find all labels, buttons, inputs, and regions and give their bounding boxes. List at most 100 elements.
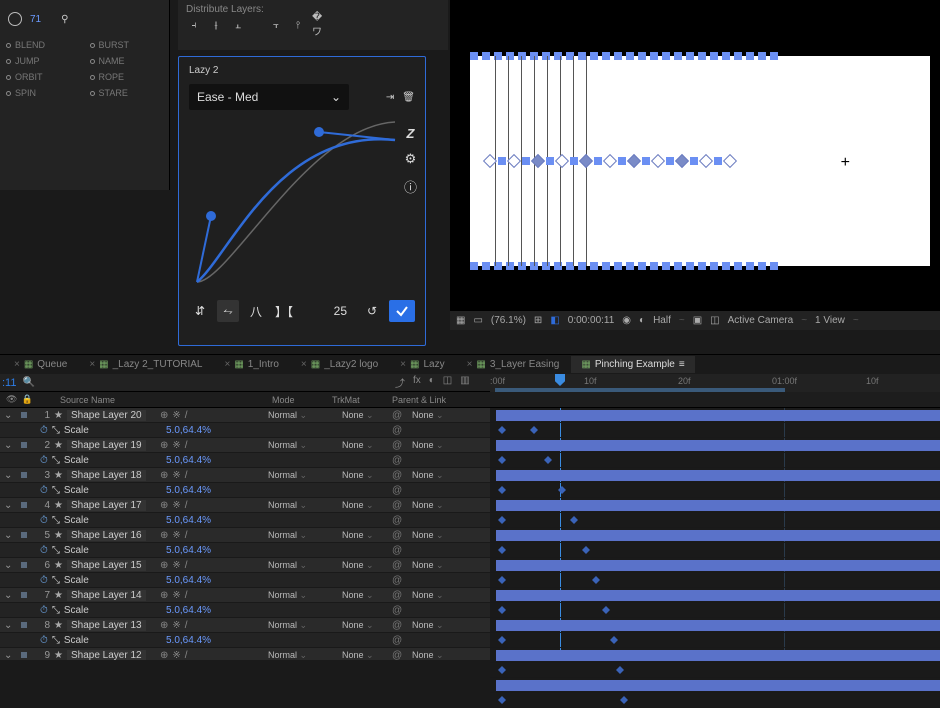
resolution-dropdown[interactable]: Half: [653, 315, 671, 326]
graph-icon[interactable]: ⤡: [52, 515, 60, 526]
keyframe-icon[interactable]: [620, 696, 628, 704]
keyframe-icon[interactable]: [592, 576, 600, 584]
selection-handle[interactable]: [674, 52, 682, 60]
stopwatch-icon[interactable]: ⏱: [40, 545, 48, 556]
selection-handle[interactable]: [650, 262, 658, 270]
parent-pickwhip-icon[interactable]: @: [392, 410, 402, 421]
keyframe-diamond-icon[interactable]: [723, 154, 737, 168]
trkmat-dropdown[interactable]: None ⌄: [342, 560, 374, 571]
settings-gear-icon[interactable]: ⚙: [405, 151, 417, 167]
property-row[interactable]: ⏱⤡Scale5.0,64.4%@: [0, 483, 490, 498]
layer-duration-bar[interactable]: [496, 590, 940, 601]
info-icon[interactable]: ⓘ: [404, 177, 417, 196]
scale-value[interactable]: 5.0,64.4%: [166, 455, 211, 466]
expression-pickwhip-icon[interactable]: @: [392, 545, 402, 556]
lock-column-icon[interactable]: 🔒: [21, 394, 32, 405]
zoom-value[interactable]: (76.1%): [491, 315, 526, 326]
pick-whip-icon[interactable]: ⊕: [160, 440, 168, 451]
twirl-icon[interactable]: ⌄: [4, 530, 12, 541]
close-icon[interactable]: ×: [14, 359, 20, 370]
keyframe-row[interactable]: [490, 483, 940, 498]
selection-handle[interactable]: [638, 262, 646, 270]
layer-duration-bar[interactable]: [496, 680, 940, 691]
layer-bar-row[interactable]: [490, 618, 940, 633]
twirl-icon[interactable]: ⌄: [4, 650, 12, 661]
expression-pickwhip-icon[interactable]: @: [392, 635, 402, 646]
blend-mode-dropdown[interactable]: Normal ⌄: [268, 590, 307, 601]
selection-handle[interactable]: [710, 262, 718, 270]
scale-value[interactable]: 5.0,64.4%: [166, 635, 211, 646]
parent-dropdown[interactable]: None ⌄: [412, 560, 444, 571]
timeline-tab[interactable]: ×▦Queue: [4, 356, 77, 373]
timeline-tab[interactable]: ▦Pinching Example ≡: [571, 356, 694, 373]
timecode[interactable]: 0:00:00:11: [568, 315, 615, 326]
rotation-dial-icon[interactable]: [8, 12, 22, 26]
keyframe-icon[interactable]: [498, 666, 506, 674]
property-row[interactable]: ⏱⤡Scale5.0,64.4%@: [0, 603, 490, 618]
res-step-icon[interactable]: ⊞: [534, 315, 542, 326]
camera-icon[interactable]: ◧: [550, 315, 559, 326]
selection-handle[interactable]: [546, 157, 554, 165]
layer-duration-bar[interactable]: [496, 410, 940, 421]
selection-handle[interactable]: [590, 52, 598, 60]
property-row[interactable]: ⏱⤡Scale5.0,64.4%@: [0, 633, 490, 648]
trkmat-dropdown[interactable]: None ⌄: [342, 410, 374, 421]
twirl-icon[interactable]: ⌄: [4, 470, 12, 481]
parent-pickwhip-icon[interactable]: @: [392, 500, 402, 511]
expression-pickwhip-icon[interactable]: @: [392, 455, 402, 466]
layer-bar-row[interactable]: [490, 438, 940, 453]
selection-handle[interactable]: [686, 52, 694, 60]
expression-pickwhip-icon[interactable]: @: [392, 605, 402, 616]
keyframe-icon[interactable]: [544, 456, 552, 464]
ease-frame-value[interactable]: 25: [334, 304, 347, 318]
trkmat-dropdown[interactable]: None ⌄: [342, 590, 374, 601]
layer-row[interactable]: ⌄1★Shape Layer 20⊕※/Normal ⌄None ⌄@None …: [0, 408, 490, 423]
selection-handle[interactable]: [666, 157, 674, 165]
layer-duration-bar[interactable]: [496, 500, 940, 511]
tab-menu-icon[interactable]: ≡: [679, 359, 685, 370]
scale-value[interactable]: 5.0,64.4%: [166, 485, 211, 496]
split-mode-button[interactable]: 八: [245, 300, 267, 322]
keyframe-icon[interactable]: [498, 486, 506, 494]
keyframe-diamond-icon[interactable]: [651, 154, 665, 168]
selection-handle[interactable]: [626, 52, 634, 60]
layer-row[interactable]: ⌄7★Shape Layer 14⊕※/Normal ⌄None ⌄@None …: [0, 588, 490, 603]
layer-duration-bar[interactable]: [496, 440, 940, 451]
rotation-control[interactable]: 71 ⚲: [8, 12, 163, 26]
ease-curve-editor[interactable]: Z ⚙ ⓘ: [189, 116, 415, 296]
twirl-icon[interactable]: ⌄: [4, 620, 12, 631]
swap-direction-button[interactable]: ⇵: [189, 300, 211, 322]
keyframe-icon[interactable]: [616, 666, 624, 674]
parent-pickwhip-icon[interactable]: @: [392, 440, 402, 451]
layer-color-label[interactable]: [21, 592, 27, 598]
property-row[interactable]: ⏱⤡Scale5.0,64.4%@: [0, 543, 490, 558]
graph-icon[interactable]: ⤡: [52, 635, 60, 646]
composition-viewport[interactable]: + ▦ ▭ (76.1%) ⊞ ◧ 0:00:00:11 ◉ ◐ Half ~ …: [450, 0, 940, 330]
graph-icon[interactable]: ⤡: [52, 575, 60, 586]
graph-icon[interactable]: ⤡: [52, 545, 60, 556]
timeline-tab[interactable]: ×▦3_Layer Easing: [457, 356, 570, 373]
trkmat-dropdown[interactable]: None ⌄: [342, 650, 374, 661]
bracket-mode-button[interactable]: 】【: [273, 300, 295, 322]
selection-handle[interactable]: [662, 262, 670, 270]
selection-handle[interactable]: [498, 157, 506, 165]
layer-row[interactable]: ⌄9★Shape Layer 12⊕※/Normal ⌄None ⌄@None …: [0, 648, 490, 660]
keyframe-icon[interactable]: [602, 606, 610, 614]
pick-whip-icon[interactable]: ⊕: [160, 500, 168, 511]
selection-handle[interactable]: [710, 52, 718, 60]
keyframe-diamond-icon[interactable]: [507, 154, 521, 168]
parent-dropdown[interactable]: None ⌄: [412, 470, 444, 481]
selection-handle[interactable]: [758, 262, 766, 270]
selection-handle[interactable]: [714, 157, 722, 165]
keyframe-row[interactable]: [490, 663, 940, 678]
layer-name[interactable]: Shape Layer 14: [67, 590, 146, 601]
views-dropdown[interactable]: 1 View: [815, 315, 845, 326]
keyframe-icon[interactable]: [582, 546, 590, 554]
selection-handle[interactable]: [758, 52, 766, 60]
keyframe-diamond-icon[interactable]: [675, 154, 689, 168]
layer-bar-row[interactable]: [490, 678, 940, 693]
layer-name[interactable]: Shape Layer 15: [67, 560, 146, 571]
layer-duration-bar[interactable]: [496, 470, 940, 481]
property-row[interactable]: ⏱⤡Scale5.0,64.4%@: [0, 423, 490, 438]
layer-duration-bar[interactable]: [496, 560, 940, 571]
